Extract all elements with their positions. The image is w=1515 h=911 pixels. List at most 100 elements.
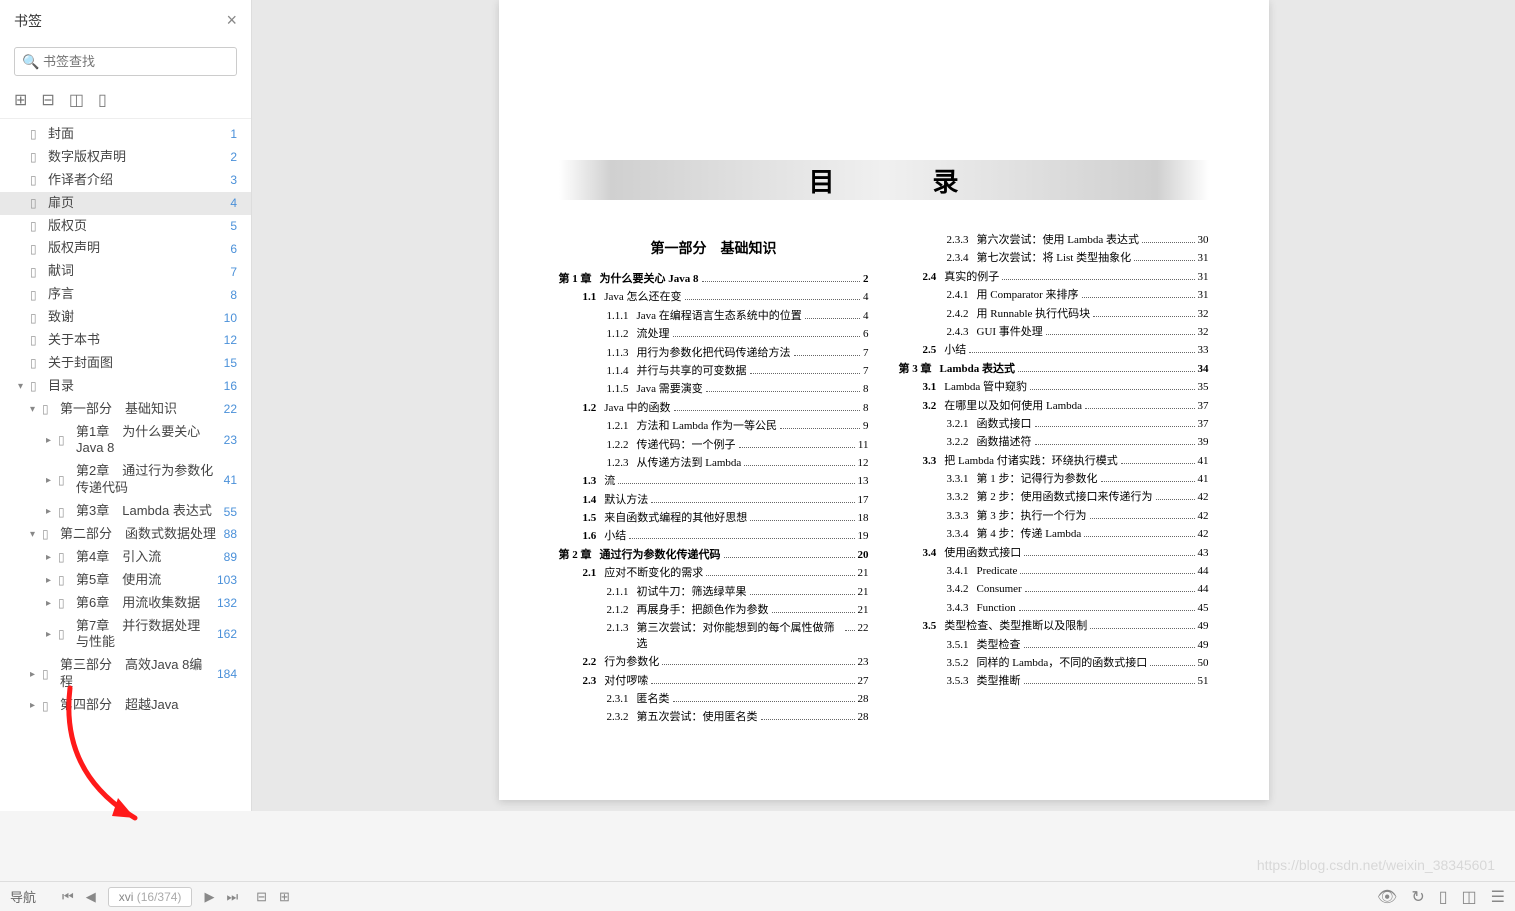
bookmark-item[interactable]: ▯作译者介绍3 [0,169,251,192]
bookmark-label: 第5章 使用流 [76,572,211,589]
bookmark-item[interactable]: ▾▯第二部分 函数式数据处理88 [0,523,251,546]
bookmark-label: 封面 [48,126,224,143]
bookmark-item[interactable]: ▯致谢10 [0,306,251,329]
next-page-icon[interactable]: ▶ [204,889,214,905]
two-page-icon[interactable]: ◫ [1462,887,1477,907]
bookmark-label: 关于封面图 [48,355,218,372]
toc-entry: 3.5.3类型推断51 [899,674,1209,689]
page-icon: ▯ [30,127,44,141]
toc-entry: 3.2在哪里以及如何使用 Lambda37 [899,399,1209,414]
toc-entry: 3.4.3Function45 [899,601,1209,616]
bookmark-item[interactable]: ▸▯第3章 Lambda 表达式55 [0,500,251,523]
close-icon[interactable]: × [226,10,237,31]
bookmark-page: 103 [217,573,237,587]
chevron-icon[interactable]: ▸ [46,506,58,517]
toc-entry: 2.4真实的例子31 [899,270,1209,285]
chevron-icon[interactable]: ▸ [46,629,58,640]
page-icon: ▯ [30,333,44,347]
chevron-icon[interactable]: ▾ [30,529,42,540]
toc-entry: 1.1.5Java 需要演变8 [559,382,869,397]
bookmark-item[interactable]: ▸▯第1章 为什么要关心Java 823 [0,421,251,461]
fit-minus-icon[interactable]: ⊟ [256,889,267,905]
prev-page-icon[interactable]: ◀ [86,889,96,905]
bookmark-label: 版权声明 [48,240,224,257]
bookmark-page: 162 [217,627,237,641]
page-icon: ▯ [30,150,44,164]
toc-entry: 3.2.1函数式接口37 [899,417,1209,432]
toc-part-heading: 第一部分 基础知识 [559,238,869,258]
toc-entry: 2.2行为参数化23 [559,655,869,670]
chevron-icon[interactable]: ▸ [46,475,58,486]
search-input[interactable] [14,47,237,76]
bookmark-label: 献词 [48,263,224,280]
bookmark-page: 1 [230,127,237,141]
bookmark-item[interactable]: ▸▯第6章 用流收集数据132 [0,592,251,615]
bookmark-page: 5 [230,219,237,233]
expand-all-icon[interactable]: ⊞ [14,90,27,110]
reading-icon[interactable]: ☰ [1491,887,1505,907]
bookmark-label: 关于本书 [48,332,218,349]
bookmark-item[interactable]: ▯版权页5 [0,215,251,238]
chevron-icon[interactable]: ▸ [30,700,42,711]
bookmark-item[interactable]: ▯关于封面图15 [0,352,251,375]
page-icon: ▯ [42,699,56,713]
toc-entry: 2.3.3第六次尝试：使用 Lambda 表达式30 [899,233,1209,248]
toc-entry: 1.2Java 中的函数8 [559,401,869,416]
bookmark-item[interactable]: ▾▯目录16 [0,375,251,398]
toc-entry: 3.1Lambda 管中窥豹35 [899,380,1209,395]
document-viewport[interactable]: 目 录 第一部分 基础知识第 1 章为什么要关心 Java 821.1Java … [252,0,1515,811]
rotate-icon[interactable]: ↻ [1411,887,1424,907]
bookmark-label: 第四部分 超越Java [60,697,231,714]
toc-entry: 1.6小结19 [559,529,869,544]
page-icon: ▯ [42,402,56,416]
bookmark-item[interactable]: ▸▯第2章 通过行为参数化传递代码41 [0,460,251,500]
toc-entry: 2.1.3第三次尝试：对你能想到的每个属性做筛选22 [559,621,869,652]
bookmark-item[interactable]: ▯数字版权声明2 [0,146,251,169]
toc-entry: 2.1.1初试牛刀：筛选绿苹果21 [559,585,869,600]
bookmark-icon[interactable]: ◫ [69,90,84,110]
toc-entry: 1.3流13 [559,474,869,489]
chevron-icon[interactable]: ▸ [46,552,58,563]
bookmark-item[interactable]: ▸▯ 第四部分 超越Java [0,694,251,717]
single-page-icon[interactable]: ▯ [1439,887,1448,907]
bookmark-item[interactable]: ▸▯第5章 使用流103 [0,569,251,592]
toc-column-right: 2.3.3第六次尝试：使用 Lambda 表达式302.3.4第七次尝试：将 L… [899,230,1209,729]
toc-entry: 2.1应对不断变化的需求21 [559,566,869,581]
page-indicator[interactable]: xvi (16/374) [108,887,193,907]
bookmark-item[interactable]: ▾▯第一部分 基础知识22 [0,398,251,421]
toc-entry: 3.2.2函数描述符39 [899,435,1209,450]
last-page-icon[interactable]: ⏭ [226,889,238,905]
toc-entry: 2.1.2再展身手：把颜色作为参数21 [559,603,869,618]
bookmark-item[interactable]: ▸▯第4章 引入流89 [0,546,251,569]
watermark: https://blog.csdn.net/weixin_38345601 [1257,857,1495,873]
chevron-icon[interactable]: ▾ [18,381,30,392]
collapse-all-icon[interactable]: ⊟ [41,90,54,110]
bookmark-item[interactable]: ▸▯第7章 并行数据处理与性能162 [0,615,251,655]
bookmark-toolbar: ⊞ ⊟ ◫ ▯ [0,82,251,119]
bookmark-page: 16 [224,379,237,393]
chevron-icon[interactable]: ▸ [46,575,58,586]
bookmark-item[interactable]: ▯ 封面 1 [0,123,251,146]
toc-entry: 1.4默认方法17 [559,493,869,508]
toc-entry: 第 1 章为什么要关心 Java 82 [559,272,869,287]
first-page-icon[interactable]: ⏮ [62,889,74,905]
bookmark-item[interactable]: ▯扉页4 [0,192,251,215]
chevron-icon[interactable]: ▸ [30,669,42,680]
bookmark-outline-icon[interactable]: ▯ [98,90,107,110]
bookmark-page: 4 [230,196,237,210]
bookmark-page: 55 [224,505,237,519]
chevron-icon[interactable]: ▸ [46,435,58,446]
bookmark-label: 第1章 为什么要关心Java 8 [76,424,218,458]
view-mode-icon[interactable]: 👁 [1377,887,1397,907]
bookmark-item[interactable]: ▯版权声明6 [0,237,251,260]
bookmark-item[interactable]: ▯献词7 [0,260,251,283]
chevron-icon[interactable]: ▾ [30,404,42,415]
bookmark-list[interactable]: ▯ 封面 1 ▯数字版权声明2▯作译者介绍3▯扉页4▯版权页5▯版权声明6▯献词7▯序… [0,119,251,811]
chevron-icon[interactable]: ▸ [46,598,58,609]
bookmark-item[interactable]: ▸▯第三部分 高效Java 8编程184 [0,654,251,694]
bookmark-item[interactable]: ▯关于本书12 [0,329,251,352]
bookmark-page: 88 [224,527,237,541]
bookmark-item[interactable]: ▯序言8 [0,283,251,306]
fit-plus-icon[interactable]: ⊞ [279,889,290,905]
sidebar-title: 书签 [14,11,42,31]
